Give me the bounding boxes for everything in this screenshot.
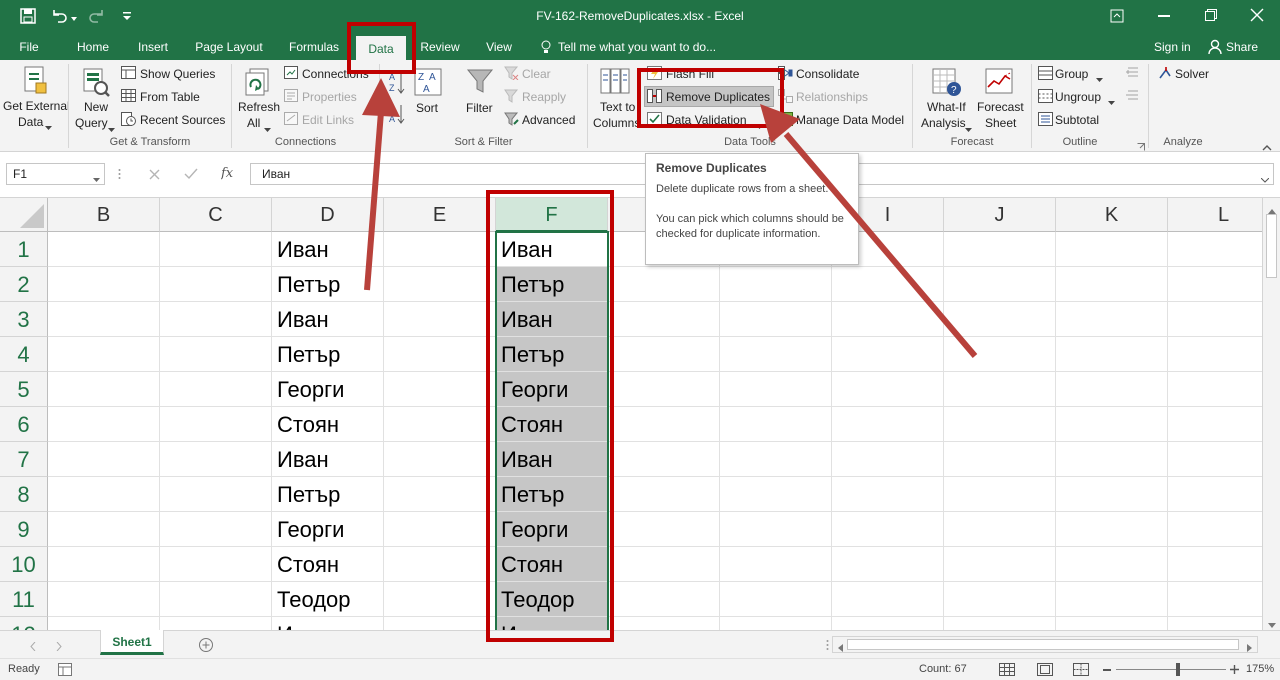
arrow-to-data-tab (362, 78, 400, 291)
arrow-to-remove-duplicates (760, 104, 978, 358)
annotation-arrows (362, 78, 978, 358)
